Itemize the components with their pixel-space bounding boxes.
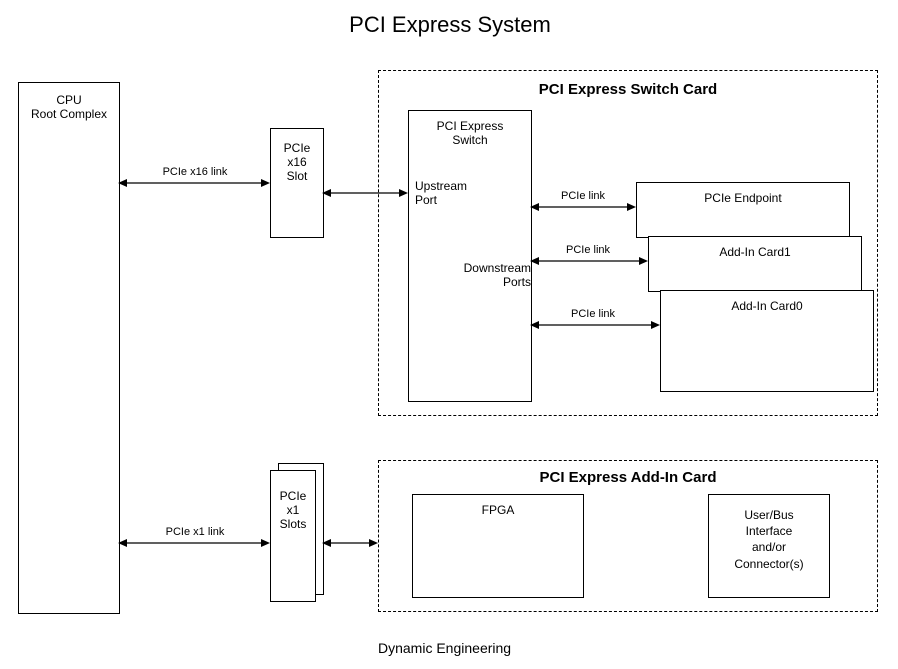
switch-t2: Switch [452, 133, 487, 147]
switch-card-title: PCI Express Switch Card [379, 81, 877, 98]
link-x1-addin [322, 536, 378, 550]
x1-l2: x1 [287, 503, 300, 517]
link-slot-switch [322, 186, 408, 200]
footer-text: Dynamic Engineering [378, 640, 511, 656]
x16-l2: x16 [287, 155, 306, 169]
link-switch-addin0 [530, 318, 660, 332]
footer-span: Dynamic Engineering [378, 640, 511, 656]
userbus-box: User/Bus Interface and/or Connector(s) [708, 494, 830, 598]
link-switch-addin1 [530, 254, 648, 268]
x1-l3: Slots [280, 517, 307, 531]
link-addin0-label: PCIe link [563, 308, 623, 320]
endpoint-text: PCIe Endpoint [704, 191, 781, 205]
upstream1: Upstream [415, 179, 467, 193]
cpu-line1: CPU [56, 93, 81, 107]
downstream2: Ports [503, 275, 531, 289]
addin-card-title-text: PCI Express Add-In Card [540, 469, 717, 486]
link-endpoint-text: PCIe link [561, 190, 605, 202]
addin-card-title: PCI Express Add-In Card [379, 469, 877, 486]
pcie-x1-slot-front: PCIe x1 Slots [270, 470, 316, 602]
link-cpu-x16 [118, 176, 270, 190]
link-addin1-label: PCIe link [558, 244, 618, 256]
title-text: PCI Express System [349, 12, 551, 37]
link-x16-text: PCIe x16 link [163, 166, 228, 178]
link-addin0-text: PCIe link [571, 308, 615, 320]
link-addin1-text: PCIe link [566, 244, 610, 256]
ub-l1: User/Bus [744, 508, 793, 522]
link-switch-endpoint [530, 200, 636, 214]
switch-card-title-text: PCI Express Switch Card [539, 81, 717, 98]
link-x1-text: PCIe x1 link [166, 526, 225, 538]
x1-l1: PCIe [280, 489, 307, 503]
link-cpu-x1 [118, 536, 270, 550]
diagram-title: PCI Express System [335, 12, 565, 38]
pcie-endpoint-box: PCIe Endpoint [636, 182, 850, 238]
link-endpoint-label: PCIe link [553, 190, 613, 202]
ub-l4: Connector(s) [734, 557, 803, 571]
switch-t1: PCI Express [437, 119, 504, 133]
x16-l1: PCIe [284, 141, 311, 155]
link-cpu-x16-label: PCIe x16 link [150, 166, 240, 178]
addin-card1-box: Add-In Card1 [648, 236, 862, 292]
cpu-root-complex-box: CPU Root Complex [18, 82, 120, 614]
ub-l2: Interface [746, 524, 793, 538]
pcie-switch-box: PCI Express Switch Upstream Port Downstr… [408, 110, 532, 402]
downstream1: Downstream [464, 261, 531, 275]
upstream2: Port [415, 193, 437, 207]
addin0-text: Add-In Card0 [731, 299, 802, 313]
addin-card0-box: Add-In Card0 [660, 290, 874, 392]
cpu-line2: Root Complex [31, 107, 107, 121]
fpga-text: FPGA [482, 503, 515, 517]
x16-l3: Slot [287, 169, 308, 183]
ub-l3: and/or [752, 540, 786, 554]
addin1-text: Add-In Card1 [719, 245, 790, 259]
fpga-box: FPGA [412, 494, 584, 598]
pcie-x16-slot-box: PCIe x16 Slot [270, 128, 324, 238]
link-cpu-x1-label: PCIe x1 link [152, 526, 238, 538]
